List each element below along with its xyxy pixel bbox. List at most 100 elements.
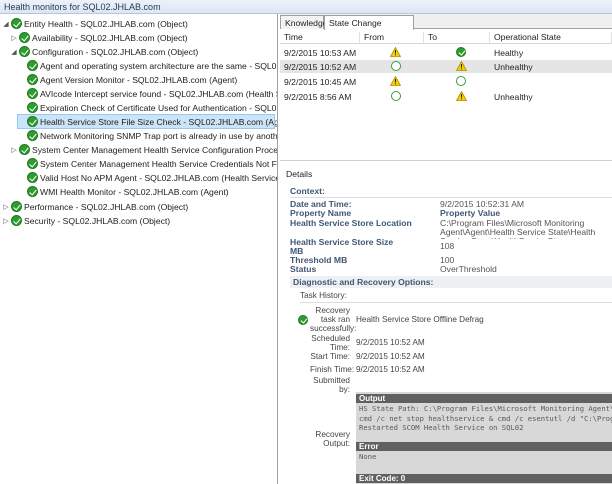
event-time: 9/2/2015 10:53 AM: [284, 48, 357, 58]
healthy-icon: [11, 201, 22, 212]
table-row[interactable]: 9/2/2015 8:56 AM Unhealthy: [280, 90, 612, 103]
property-name: Status: [290, 264, 317, 274]
not-monitored-icon: [391, 61, 401, 71]
details-section-header: Details: [280, 160, 612, 182]
tab-state-change-events[interactable]: State Change Events (4): [324, 15, 414, 38]
collapse-arrow-icon[interactable]: ◢: [10, 48, 18, 56]
healthy-icon: [27, 158, 38, 169]
property-value: 100: [440, 256, 455, 265]
tree-node-label: Entity Health - SQL02.JHLAB.com (Object): [24, 18, 188, 29]
start-time-label: Start Time:: [310, 352, 350, 361]
table-row[interactable]: 9/2/2015 10:45 AM: [280, 75, 612, 88]
event-time: 9/2/2015 8:56 AM: [284, 92, 352, 102]
column-header-operational-state[interactable]: Operational State: [490, 32, 612, 44]
healthy-icon: [27, 60, 38, 71]
operational-state: Unhealthy: [494, 62, 533, 72]
collapse-arrow-icon[interactable]: ◢: [2, 20, 10, 28]
health-monitor-tree[interactable]: ◢ Entity Health - SQL02.JHLAB.com (Objec…: [0, 14, 278, 484]
property-value: C:\Program Files\Microsoft Monitoring Ag…: [440, 219, 596, 239]
task-history-label: Task History:: [300, 291, 347, 300]
tree-node-store-file-size[interactable]: Health Service Store File Size Check - S…: [17, 114, 277, 129]
expand-arrow-icon[interactable]: ▷: [2, 203, 10, 211]
output-text: HS State Path: C:\Program Files\Microsof…: [359, 404, 612, 432]
healthy-icon: [19, 144, 30, 155]
healthy-icon: [19, 32, 30, 43]
tree-node-label: Agent Version Monitor - SQL02.JHLAB.com …: [40, 74, 238, 85]
not-monitored-icon: [456, 76, 466, 86]
event-time: 9/2/2015 10:45 AM: [284, 77, 357, 87]
error-header: Error: [356, 442, 612, 451]
property-name: Health Service Store Location: [290, 218, 412, 228]
window-title: Health monitors for SQL02.JHLAB.com: [0, 0, 612, 14]
column-header-time[interactable]: Time: [280, 32, 360, 44]
property-value: 108: [440, 242, 455, 251]
expand-arrow-icon[interactable]: ▷: [10, 34, 18, 42]
recovery-output-label: Recovery Output:: [315, 430, 350, 448]
tree-node-label: Agent and operating system architecture …: [40, 60, 277, 71]
tree-node-valid-host-apm[interactable]: Valid Host No APM Agent - SQL02.JHLAB.co…: [18, 171, 278, 184]
tree-node-config-processing[interactable]: ▷ System Center Management Health Servic…: [10, 143, 277, 156]
warning-icon: [390, 47, 401, 57]
healthy-icon: [27, 172, 38, 183]
property-value-header: Property Value: [440, 209, 501, 218]
recovery-task-name: Health Service Store Offline Defrag: [356, 315, 484, 324]
warning-icon: [390, 76, 401, 86]
tree-node-snmp-trap[interactable]: Network Monitoring SNMP Trap port is alr…: [18, 129, 277, 142]
date-value: 9/2/2015 10:52:31 AM: [440, 200, 525, 209]
warning-icon: [456, 61, 467, 71]
tree-node-configuration[interactable]: ◢ Configuration - SQL02.JHLAB.com (Objec…: [10, 45, 274, 58]
context-heading: Context:: [290, 186, 325, 196]
tree-node-security[interactable]: ▷ Security - SQL02.JHLAB.com (Object): [2, 214, 274, 227]
tree-node-label: System Center Management Health Service …: [40, 158, 277, 169]
recovery-output-console[interactable]: Output HS State Path: C:\Program Files\M…: [356, 392, 612, 484]
tree-node-label: Availability - SQL02.JHLAB.com (Object): [32, 32, 188, 43]
property-name: Health Service Store Size MB: [290, 237, 394, 256]
state-change-events-table: Time From To Operational State 9/2/2015 …: [280, 30, 612, 158]
healthy-icon: [27, 88, 38, 99]
expand-arrow-icon[interactable]: ▷: [2, 217, 10, 225]
tree-node-label: Valid Host No APM Agent - SQL02.JHLAB.co…: [40, 172, 278, 183]
exit-code: Exit Code: 0: [356, 474, 612, 483]
tree-node-entity-health[interactable]: ◢ Entity Health - SQL02.JHLAB.com (Objec…: [2, 17, 274, 30]
operational-state: Unhealthy: [494, 92, 533, 102]
table-row[interactable]: 9/2/2015 10:52 AM Unhealthy: [280, 60, 612, 73]
tree-node-agent-os-architecture[interactable]: Agent and operating system architecture …: [18, 59, 277, 72]
tree-node-wmi-health[interactable]: WMI Health Monitor - SQL02.JHLAB.com (Ag…: [18, 185, 276, 198]
operational-state: Healthy: [494, 48, 524, 58]
tree-node-performance[interactable]: ▷ Performance - SQL02.JHLAB.com (Object): [2, 200, 274, 213]
healthy-icon: [27, 74, 38, 85]
healthy-icon: [27, 130, 38, 141]
healthy-icon: [27, 116, 38, 127]
column-header-from[interactable]: From: [360, 32, 424, 44]
tree-node-certificate-expiration[interactable]: Expiration Check of Certificate Used for…: [18, 101, 277, 114]
submitted-by-label: Submitted by:: [313, 376, 350, 394]
tree-node-avicode[interactable]: AVIcode Intercept service found - SQL02.…: [18, 87, 277, 100]
not-monitored-icon: [391, 91, 401, 101]
tree-node-availability[interactable]: ▷ Availability - SQL02.JHLAB.com (Object…: [10, 31, 274, 44]
tree-node-label: Performance - SQL02.JHLAB.com (Object): [24, 201, 189, 212]
healthy-icon: [27, 102, 38, 113]
healthy-icon: [27, 186, 38, 197]
error-text: None: [359, 452, 377, 461]
table-row[interactable]: 9/2/2015 10:53 AM Healthy: [280, 46, 612, 59]
scheduled-time-label: Scheduled Time:: [311, 334, 350, 352]
tab-knowledge[interactable]: Knowledge: [280, 15, 328, 29]
property-name-header: Property Name: [290, 208, 352, 218]
property-row: Status OverThreshold: [290, 265, 612, 275]
tree-node-credentials-not-found[interactable]: System Center Management Health Service …: [18, 157, 277, 170]
detail-tabs: Knowledge State Change Events (4): [280, 14, 612, 38]
warning-icon: [456, 91, 467, 101]
divider: [300, 302, 612, 303]
output-header: Output: [356, 394, 612, 403]
scheduled-time-value: 9/2/2015 10:52 AM: [356, 338, 425, 347]
property-value: OverThreshold: [440, 265, 497, 274]
start-time-value: 9/2/2015 10:52 AM: [356, 352, 425, 361]
tree-node-agent-version[interactable]: Agent Version Monitor - SQL02.JHLAB.com …: [18, 73, 276, 86]
healthy-icon: [456, 47, 466, 57]
expand-arrow-icon[interactable]: ▷: [10, 146, 18, 154]
healthy-icon: [11, 18, 22, 29]
column-header-to[interactable]: To: [424, 32, 490, 44]
divider: [290, 197, 612, 198]
details-pane[interactable]: Context: Date and Time: 9/2/2015 10:52:3…: [284, 182, 612, 484]
finish-time-value: 9/2/2015 10:52 AM: [356, 365, 425, 374]
